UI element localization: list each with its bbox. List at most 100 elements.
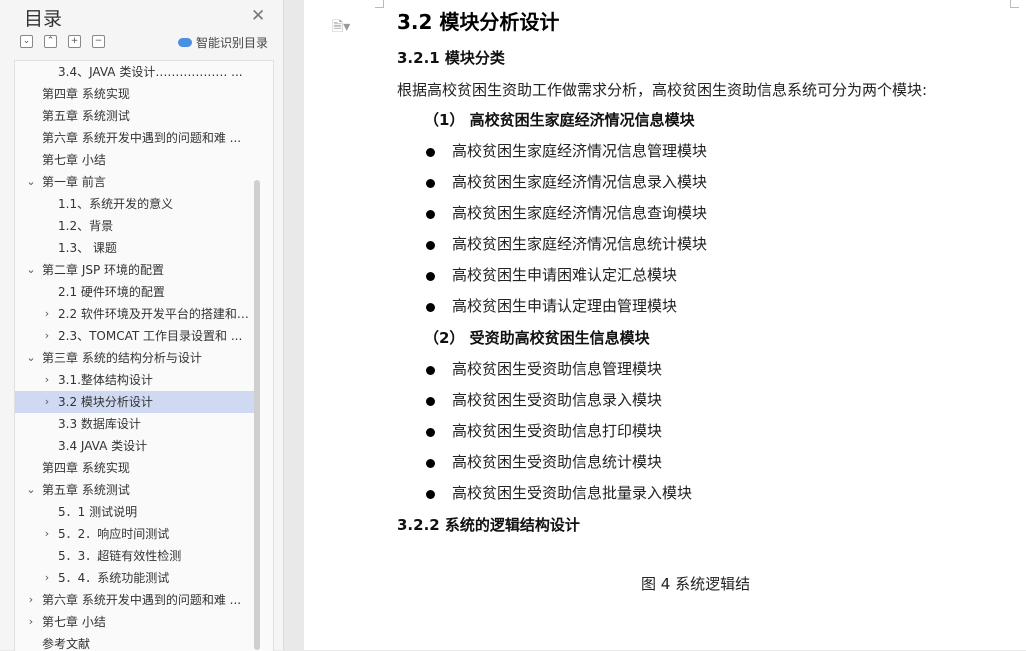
- toc-item-label: 第二章 JSP 环境的配置: [42, 263, 165, 277]
- toc-item-label: 3.1.整体结构设计: [58, 373, 153, 387]
- bullet-icon: [426, 490, 435, 499]
- toc-item[interactable]: 1.3、 课题: [15, 237, 255, 259]
- toc-title: 目录: [24, 8, 63, 30]
- list-item: 高校贫困生申请认定理由管理模块: [452, 297, 678, 315]
- list-item: 高校贫困生家庭经济情况信息管理模块: [452, 142, 708, 160]
- toc-item[interactable]: 参考文献: [15, 633, 255, 651]
- list-item: 高校贫困生家庭经济情况信息统计模块: [452, 235, 708, 253]
- figure-caption: 图 4 系统逻辑结: [641, 575, 751, 593]
- section-title: 3.2 模块分析设计: [397, 10, 560, 34]
- bullet-icon: [426, 179, 435, 188]
- toc-item-label: 第四章 系统实现: [42, 461, 130, 475]
- list-item: 高校贫困生家庭经济情况信息录入模块: [452, 173, 708, 191]
- toc-item[interactable]: ⌄ 第一章 前言: [15, 171, 255, 193]
- toc-item[interactable]: 第六章 系统开发中遇到的问题和难 ...: [15, 127, 255, 149]
- toc-item[interactable]: 3.3 数据库设计: [15, 413, 255, 435]
- bullet-icon: [426, 241, 435, 250]
- toc-scrollbar[interactable]: [254, 180, 260, 650]
- toc-item-label: 第三章 系统的结构分析与设计: [42, 351, 202, 365]
- toc-item[interactable]: 1.2、背景: [15, 215, 255, 237]
- chevron-right-icon[interactable]: ›: [42, 303, 52, 325]
- toc-item-label: 5．3．超链有效性检测: [58, 549, 182, 563]
- chevron-down-icon[interactable]: ⌄: [26, 259, 36, 281]
- chevron-right-icon[interactable]: ›: [42, 523, 52, 545]
- toc-item-label: 1.3、 课题: [58, 241, 117, 255]
- toc-item-label: 第五章 系统测试: [42, 109, 130, 123]
- chevron-right-icon[interactable]: ›: [26, 611, 36, 633]
- collapse-all-icon[interactable]: ⌄: [20, 35, 33, 48]
- toc-item[interactable]: 第七章 小结: [15, 149, 255, 171]
- remove-icon[interactable]: −: [92, 35, 105, 48]
- subsection-title: 3.2.2 系统的逻辑结构设计: [397, 516, 580, 534]
- toc-item-label: 第六章 系统开发中遇到的问题和难 ...: [42, 131, 242, 145]
- chevron-right-icon[interactable]: ›: [42, 567, 52, 589]
- toc-item[interactable]: › 第六章 系统开发中遇到的问题和难 ...: [15, 589, 255, 611]
- toc-item[interactable]: 5．3．超链有效性检测: [15, 545, 255, 567]
- toc-item[interactable]: ⌄ 第二章 JSP 环境的配置: [15, 259, 255, 281]
- toc-item-label: 1.1、系统开发的意义: [58, 197, 174, 211]
- group-title: （1） 高校贫困生家庭经济情况信息模块: [424, 111, 695, 129]
- toc-item-label: 第七章 小结: [42, 615, 106, 629]
- toc-item-label: 5．2．响应时间测试: [58, 527, 170, 541]
- chevron-down-icon[interactable]: ⌄: [26, 171, 36, 193]
- toc-item-label: 3.4 JAVA 类设计: [58, 439, 148, 453]
- chevron-right-icon[interactable]: ›: [42, 325, 52, 347]
- list-item: 高校贫困生家庭经济情况信息查询模块: [452, 204, 708, 222]
- smart-toc-button[interactable]: 智能识别目录: [178, 34, 268, 51]
- toc-item-label: 第四章 系统实现: [42, 87, 130, 101]
- list-item: 高校贫困生受资助信息打印模块: [452, 422, 663, 440]
- toc-item-label: 第一章 前言: [42, 175, 106, 189]
- bullet-icon: [426, 148, 435, 157]
- toc-item[interactable]: 2.1 硬件环境的配置: [15, 281, 255, 303]
- toc-item[interactable]: 1.1、系统开发的意义: [15, 193, 255, 215]
- toc-item[interactable]: ⌄ 第五章 系统测试: [15, 479, 255, 501]
- toc-item-label: 参考文献: [42, 637, 91, 651]
- bullet-icon: [426, 428, 435, 437]
- toc-item[interactable]: › 2.3、TOMCAT 工作目录设置和 ...: [15, 325, 255, 347]
- toc-item[interactable]: › 5．4．系统功能测试: [15, 567, 255, 589]
- bullet-icon: [426, 397, 435, 406]
- toc-item[interactable]: › 2.2 软件环境及开发平台的搭建和 ...: [15, 303, 255, 325]
- toc-item[interactable]: › 5．2．响应时间测试: [15, 523, 255, 545]
- toc-item[interactable]: 3.4 JAVA 类设计: [15, 435, 255, 457]
- page-icon[interactable]: 🗎▾: [332, 16, 350, 40]
- toc-item[interactable]: 第四章 系统实现: [15, 457, 255, 479]
- chevron-down-icon[interactable]: ⌄: [26, 347, 36, 369]
- list-item: 高校贫困生申请困难认定汇总模块: [452, 266, 678, 284]
- bullet-icon: [426, 210, 435, 219]
- toc-item-label: 第五章 系统测试: [42, 483, 130, 497]
- toc-tree: 3.4、JAVA 类设计……………… ... 第四章 系统实现 第五章 系统测试 第六…: [14, 60, 274, 651]
- chevron-right-icon[interactable]: ›: [42, 369, 52, 391]
- toc-item[interactable]: 第四章 系统实现: [15, 83, 255, 105]
- toc-item[interactable]: 3.4、JAVA 类设计……………… ...: [15, 61, 255, 83]
- toc-item[interactable]: 5．1 测试说明: [15, 501, 255, 523]
- toc-item-label: 第七章 小结: [42, 153, 106, 167]
- subsection-title: 3.2.1 模块分类: [397, 49, 505, 67]
- toc-item[interactable]: › 第七章 小结: [15, 611, 255, 633]
- toc-item[interactable]: 第五章 系统测试: [15, 105, 255, 127]
- toc-item[interactable]: › 3.1.整体结构设计: [15, 369, 255, 391]
- intro-paragraph: 根据高校贫困生资助工作做需求分析，高校贫困生资助信息系统可分为两个模块:: [397, 81, 928, 99]
- page-corner-mark: [375, 0, 384, 8]
- smart-toc-label: 智能识别目录: [196, 36, 269, 50]
- toc-item[interactable]: › 3.2 模块分析设计: [15, 391, 255, 413]
- chevron-right-icon[interactable]: ›: [26, 589, 36, 611]
- toc-item-label: 2.3、TOMCAT 工作目录设置和 ...: [58, 329, 243, 343]
- toc-item-label: 5．1 测试说明: [58, 505, 138, 519]
- chevron-down-icon[interactable]: ⌄: [26, 479, 36, 501]
- bullet-icon: [426, 459, 435, 468]
- expand-all-icon[interactable]: ⌃: [44, 35, 57, 48]
- toc-item[interactable]: ⌄ 第三章 系统的结构分析与设计: [15, 347, 255, 369]
- toc-item-label: 3.3 数据库设计: [58, 417, 141, 431]
- close-icon[interactable]: ✕: [251, 6, 265, 26]
- bullet-icon: [426, 366, 435, 375]
- bullet-icon: [426, 272, 435, 281]
- cloud-icon: [178, 38, 192, 47]
- list-item: 高校贫困生受资助信息批量录入模块: [452, 484, 693, 502]
- chevron-right-icon[interactable]: ›: [42, 391, 52, 413]
- bullet-icon: [426, 303, 435, 312]
- group-title: （2） 受资助高校贫困生信息模块: [424, 329, 650, 347]
- list-item: 高校贫困生受资助信息统计模块: [452, 453, 663, 471]
- add-icon[interactable]: +: [68, 35, 81, 48]
- toc-item-label: 2.2 软件环境及开发平台的搭建和 ...: [58, 307, 251, 321]
